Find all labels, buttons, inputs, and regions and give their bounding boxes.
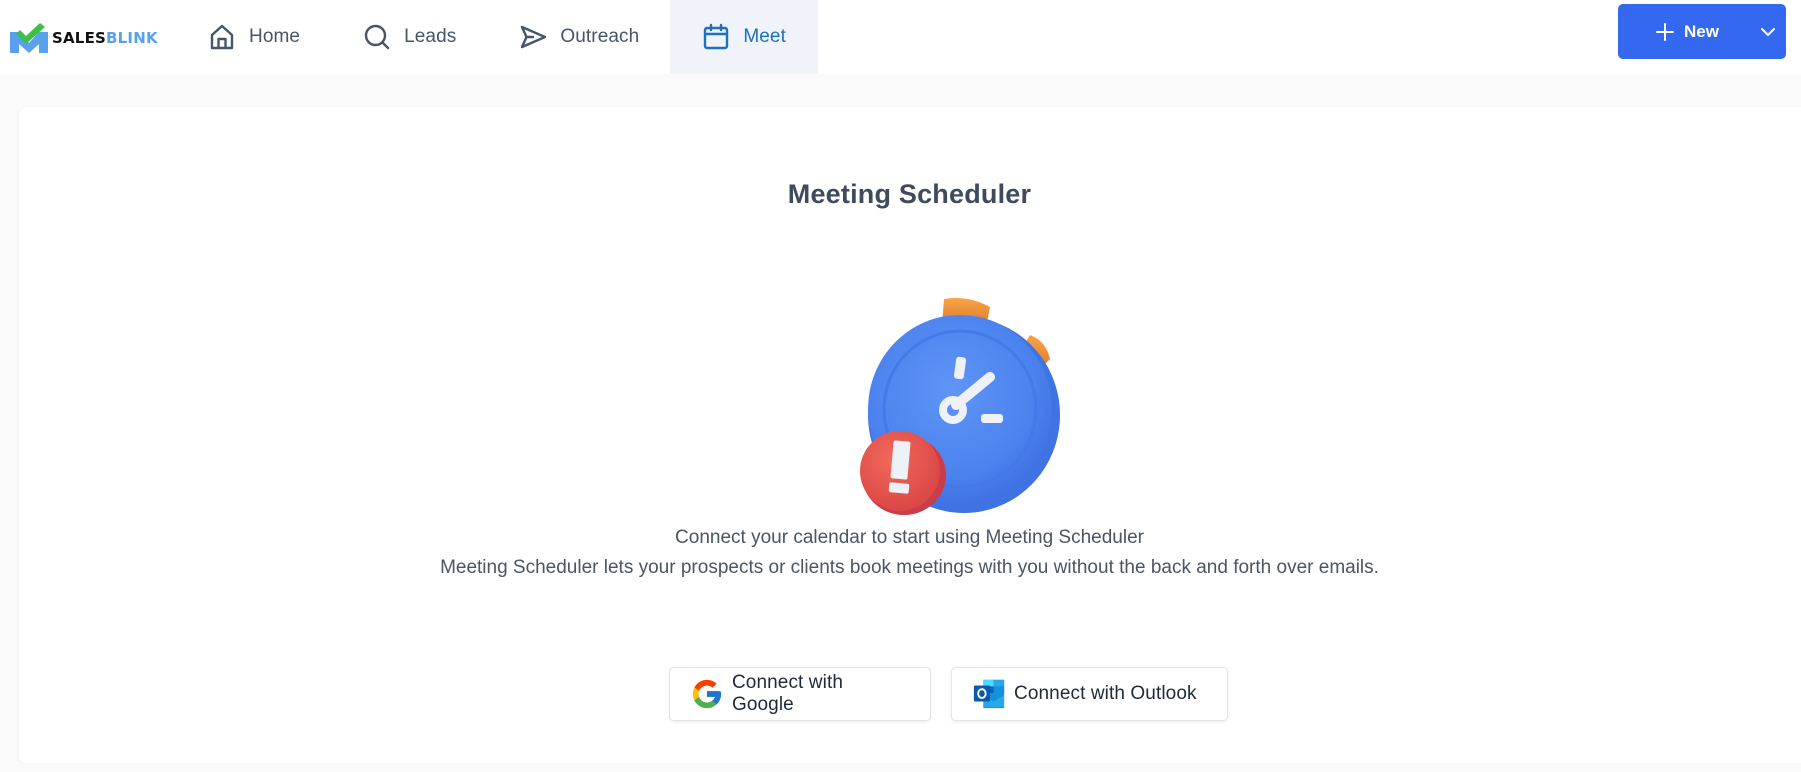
new-button-label: New: [1684, 21, 1719, 41]
connect-outlook-label: Connect with Outlook: [1014, 683, 1197, 704]
nav-label-home: Home: [249, 26, 301, 47]
nav-item-outreach[interactable]: Outreach: [488, 0, 670, 74]
description-line-2: Meeting Scheduler lets your prospects or…: [440, 557, 1379, 578]
send-icon: [519, 23, 547, 51]
description: Connect your calendar to start using Mee…: [19, 523, 1800, 583]
search-icon: [363, 23, 391, 51]
nav-item-home[interactable]: Home: [190, 0, 332, 74]
salesblink-logo[interactable]: SALESBLINK: [0, 0, 190, 74]
description-line-1: Connect your calendar to start using Mee…: [675, 527, 1144, 548]
brand-name: SALESBLINK: [52, 29, 158, 47]
stopwatch-alert-illustration: [840, 279, 1080, 519]
connect-google-label: Connect with Google: [731, 672, 843, 715]
nav-label-outreach: Outreach: [560, 26, 640, 47]
new-button[interactable]: New: [1618, 4, 1786, 59]
main-nav: Home Leads Outreach Meet: [190, 0, 818, 74]
nav-item-meet[interactable]: Meet: [670, 0, 818, 74]
outlook-icon: [973, 679, 1005, 709]
brand-name-sales: SALES: [52, 29, 107, 47]
nav-label-meet: Meet: [743, 26, 786, 47]
nav-item-leads[interactable]: Leads: [332, 0, 488, 74]
connect-buttons: Connect with Google Connect with Outlook: [669, 667, 1228, 721]
top-navigation-bar: SALESBLINK Home Leads Outreach Meet New: [0, 0, 1801, 74]
page-title: Meeting Scheduler: [787, 179, 1032, 209]
meeting-scheduler-card: Meeting Scheduler Connect your calendar …: [19, 107, 1801, 763]
brand-name-blink: BLINK: [106, 29, 158, 47]
nav-label-leads: Leads: [404, 26, 457, 47]
connect-google-button[interactable]: Connect with Google: [669, 667, 931, 721]
home-icon: [208, 23, 236, 51]
salesblink-logo-icon: [10, 23, 48, 53]
chevron-down-icon[interactable]: [1759, 23, 1777, 41]
plus-icon: [1656, 22, 1674, 41]
calendar-icon: [702, 23, 730, 51]
connect-outlook-button[interactable]: Connect with Outlook: [951, 667, 1228, 721]
google-icon: [692, 679, 722, 709]
